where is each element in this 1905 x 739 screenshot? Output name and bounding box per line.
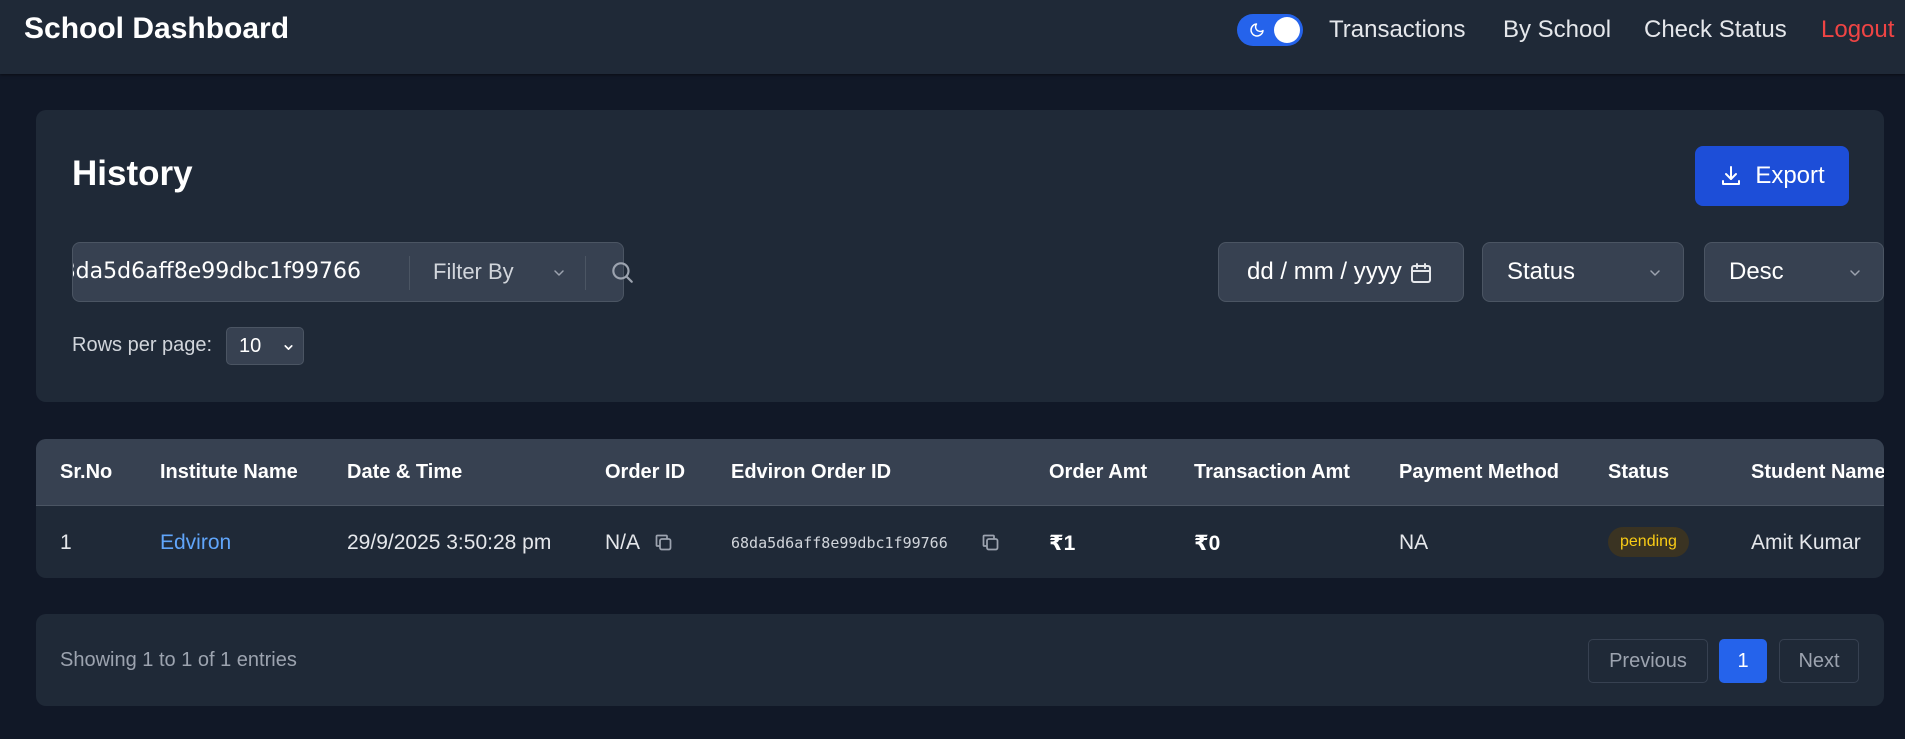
col-institute-name: Institute Name: [160, 461, 298, 483]
app-title: School Dashboard: [24, 12, 290, 45]
history-card: History Export 68da5d6aff8e99dbc1f99766 …: [36, 110, 1884, 402]
col-student-name: Student Name: [1751, 461, 1884, 483]
copy-icon[interactable]: [980, 532, 1001, 553]
search-input[interactable]: 68da5d6aff8e99dbc1f99766: [73, 243, 371, 301]
transactions-table: Sr.No Institute Name Date & Time Order I…: [36, 439, 1884, 578]
next-page-button[interactable]: Next: [1779, 639, 1859, 683]
date-placeholder: dd / mm / yyyy: [1247, 258, 1402, 285]
moon-icon: [1250, 23, 1264, 37]
previous-page-button[interactable]: Previous: [1588, 639, 1708, 683]
nav-transactions[interactable]: Transactions: [1329, 16, 1466, 44]
download-icon: [1722, 166, 1741, 185]
copy-icon[interactable]: [653, 532, 674, 553]
table-header: Sr.No Institute Name Date & Time Order I…: [36, 439, 1884, 506]
col-status: Status: [1608, 461, 1670, 483]
col-payment-method: Payment Method: [1399, 461, 1560, 483]
col-transaction-amt: Transaction Amt: [1194, 461, 1350, 483]
rows-per-page-label: Rows per page:: [72, 334, 213, 356]
search-group: 68da5d6aff8e99dbc1f99766 Filter By: [72, 242, 633, 302]
status-select-label: Status: [1507, 258, 1576, 285]
col-date-time: Date & Time: [347, 461, 463, 483]
cell-edviron-order-id: 68da5d6aff8e99dbc1f99766: [731, 534, 948, 552]
search-icon[interactable]: [609, 259, 635, 285]
cell-student-name: Amit Kumar: [1751, 531, 1861, 554]
cell-transaction-amt: ₹0: [1194, 532, 1221, 555]
calendar-icon[interactable]: [1409, 261, 1433, 285]
rows-per-page-select[interactable]: 10: [226, 327, 304, 365]
cell-payment-method: NA: [1399, 531, 1429, 554]
toggle-knob: [1274, 17, 1300, 43]
col-order-id: Order ID: [605, 461, 686, 483]
pagination-bar: Showing 1 to 1 of 1 entries Previous 1 N…: [36, 614, 1884, 706]
status-badge: pending: [1608, 527, 1689, 557]
col-order-amt: Order Amt: [1049, 461, 1148, 483]
institute-link[interactable]: Edviron: [160, 531, 231, 555]
export-label: Export: [1755, 162, 1825, 189]
chevron-down-icon: [1650, 270, 1660, 276]
cell-sr-no: 1: [60, 531, 72, 554]
date-input[interactable]: dd / mm / yyyy: [1218, 242, 1464, 302]
cell-order-amt: ₹1: [1049, 532, 1076, 555]
sort-order-label: Desc: [1729, 258, 1784, 285]
divider: [585, 256, 586, 290]
nav-check-status[interactable]: Check Status: [1644, 16, 1787, 44]
rows-per-page-value: 10: [239, 335, 262, 357]
col-edviron-order-id: Edviron Order ID: [731, 461, 892, 483]
chevron-down-icon: [284, 345, 293, 350]
chevron-down-icon: [554, 270, 564, 276]
nav-by-school[interactable]: By School: [1503, 16, 1611, 44]
divider: [409, 256, 410, 290]
nav-logout[interactable]: Logout: [1821, 16, 1894, 44]
top-navbar: School Dashboard Transactions By School …: [0, 0, 1905, 74]
entries-summary: Showing 1 to 1 of 1 entries: [60, 649, 297, 671]
search-input-value: 68da5d6aff8e99dbc1f99766: [73, 259, 361, 284]
page-title: History: [72, 154, 193, 193]
chevron-down-icon: [1850, 270, 1860, 276]
page-1-button[interactable]: 1: [1719, 639, 1767, 683]
col-sr-no: Sr.No: [60, 461, 113, 483]
theme-toggle[interactable]: [1237, 14, 1303, 46]
sort-order-select[interactable]: Desc: [1704, 242, 1884, 302]
cell-order-id: N/A: [605, 531, 641, 554]
cell-date-time: 29/9/2025 3:50:28 pm: [347, 531, 552, 554]
export-button[interactable]: Export: [1695, 146, 1849, 206]
status-select[interactable]: Status: [1482, 242, 1684, 302]
filter-by-select[interactable]: Filter By: [433, 243, 514, 301]
